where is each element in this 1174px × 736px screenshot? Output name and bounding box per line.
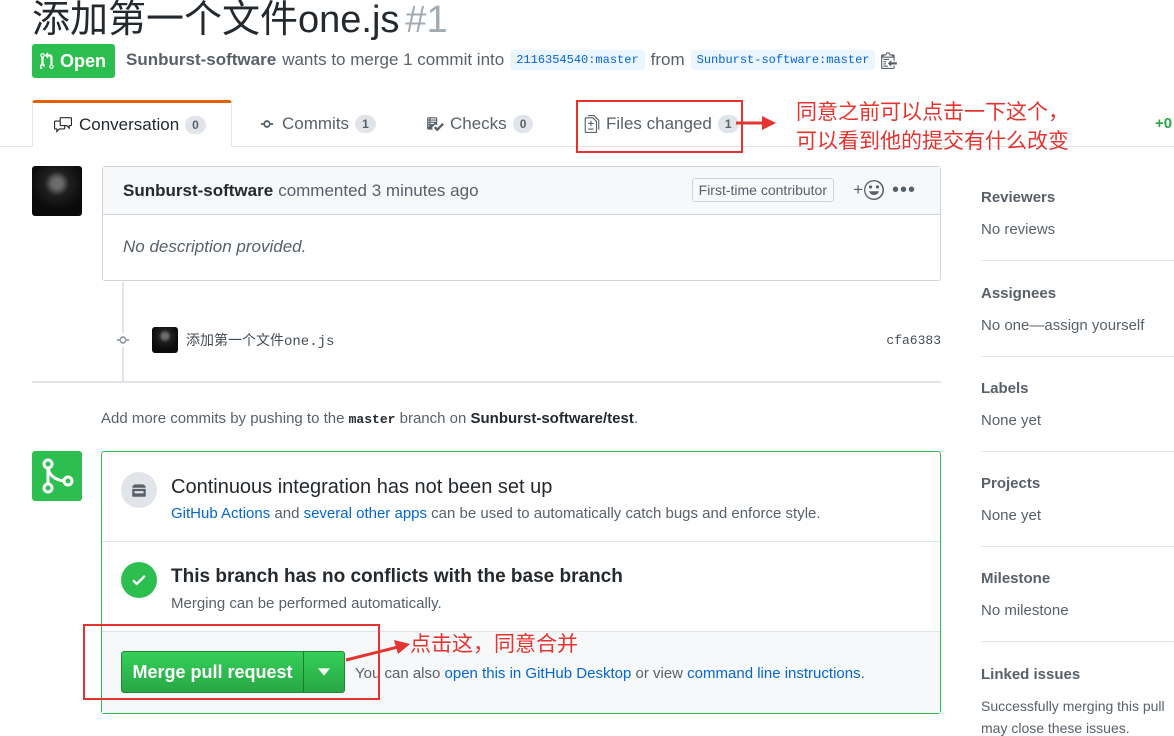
ci-description: GitHub Actions and several other apps ca… (171, 505, 821, 522)
sidebar-milestone-value: No milestone (981, 602, 1069, 619)
sidebar-divider (981, 260, 1174, 261)
pr-title-text: 添加第一个文件one.js (32, 0, 400, 41)
hint-suffix: . (633, 410, 639, 427)
check-circle-icon (121, 562, 157, 598)
annotation-files-line2: 可以看到他的提交有什么改变 (796, 130, 1069, 153)
commit-message[interactable]: 添加第一个文件one.js (186, 330, 334, 350)
timeline-end-divider (32, 381, 941, 383)
more-options-icon[interactable]: ••• (892, 179, 916, 202)
author-link[interactable]: Sunburst-software (126, 50, 276, 70)
head-branch[interactable]: Sunburst-software:master (690, 50, 876, 70)
page-title: 添加第一个文件one.js #1 (32, 0, 448, 43)
annotation-merge: 点击这，同意合并 (410, 633, 578, 656)
commit-icon (260, 119, 274, 128)
ci-rest-text: can be used to automatically catch bugs … (431, 505, 821, 522)
cli-instructions-link[interactable]: command line instructions (687, 665, 860, 682)
tab-label: Commits (282, 113, 350, 133)
pull-request-icon (40, 52, 54, 70)
pr-meta: Sunburst-software wants to merge 1 commi… (126, 50, 898, 70)
sidebar-assignees-heading[interactable]: Assignees (981, 285, 1056, 302)
smiley-icon (864, 180, 884, 200)
annotation-box-files (576, 100, 743, 153)
commit-row: 添加第一个文件one.js cfa6383 (112, 325, 941, 355)
contributor-badge: First-time contributor (691, 178, 834, 202)
pr-number: #1 (405, 0, 448, 41)
commit-icon (112, 333, 134, 347)
push-hint: Add more commits by pushing to the maste… (101, 410, 638, 427)
sidebar-assignees-value[interactable]: No one—assign yourself (981, 317, 1144, 334)
state-label: Open (60, 50, 107, 71)
annotation-arrow-icon (345, 640, 410, 662)
comment-body: No description provided. (123, 237, 307, 256)
merge-end-text: . (860, 665, 865, 682)
ci-status-icon (121, 472, 157, 508)
comment-card: Sunburst-software commented 3 minutes ag… (102, 166, 941, 281)
sidebar-divider (981, 451, 1174, 452)
sidebar-divider (981, 356, 1174, 357)
tab-label: Checks (450, 113, 507, 133)
hint-branch: master (348, 412, 396, 427)
other-apps-link[interactable]: several other apps (304, 505, 427, 522)
tab-checks[interactable]: Checks 0 (406, 100, 553, 147)
tab-counter: 1 (355, 114, 376, 133)
sidebar-reviewers-heading[interactable]: Reviewers (981, 189, 1055, 206)
sidebar-divider (981, 641, 1174, 642)
github-actions-link[interactable]: GitHub Actions (171, 505, 270, 522)
clipboard-icon[interactable] (881, 51, 898, 69)
diffstat-additions: +0 (1155, 115, 1173, 132)
sidebar-projects-value: None yet (981, 507, 1042, 524)
sidebar-linked-issues-value: Successfully merging this pull (981, 698, 1165, 714)
desktop-link[interactable]: open this in GitHub Desktop (445, 665, 632, 682)
base-branch[interactable]: 2116354540:master (510, 50, 645, 70)
sidebar-linked-issues-heading[interactable]: Linked issues (981, 666, 1080, 683)
from-text: from (650, 50, 685, 69)
comment-time[interactable]: commented 3 minutes ago (278, 181, 478, 201)
merge-divider (102, 541, 940, 542)
merge-text: wants to merge 1 commit into (282, 50, 505, 69)
sidebar-labels-value: None yet (981, 412, 1042, 429)
sidebar-labels-heading[interactable]: Labels (981, 380, 1029, 397)
conflicts-subtitle: Merging can be performed automatically. (171, 595, 442, 612)
comment-header: Sunburst-software commented 3 minutes ag… (103, 167, 940, 215)
merge-alternatives: You can also open this in GitHub Desktop… (355, 665, 865, 682)
ci-and-text: and (274, 505, 300, 522)
annotation-arrow-icon (736, 116, 776, 130)
sidebar-projects-heading[interactable]: Projects (981, 475, 1040, 492)
checklist-icon (427, 116, 444, 131)
robot-icon (132, 484, 146, 497)
tab-conversation[interactable]: Conversation 0 (32, 100, 232, 147)
tab-counter: 0 (512, 114, 534, 133)
add-reaction-button[interactable]: + (853, 180, 884, 200)
git-merge-icon (32, 451, 82, 501)
commit-sha[interactable]: cfa6383 (886, 333, 941, 348)
sidebar-reviewers-value: No reviews (981, 221, 1056, 238)
annotation-box-merge (83, 624, 380, 700)
state-badge: Open (32, 44, 115, 78)
conflicts-title: This branch has no conflicts with the ba… (171, 566, 623, 587)
sidebar-divider (981, 546, 1174, 547)
tab-commits[interactable]: Commits 1 (238, 100, 396, 147)
tab-label: Conversation (79, 114, 180, 134)
hint-prefix: Add more commits by pushing to the (101, 410, 345, 427)
sidebar-milestone-heading[interactable]: Milestone (981, 570, 1050, 587)
avatar[interactable] (32, 166, 82, 216)
sidebar-linked-issues-value-2: may close these issues. (981, 720, 1130, 736)
comment-icon (54, 116, 72, 133)
tab-counter: 0 (185, 115, 206, 134)
hint-middle: branch on (399, 410, 467, 427)
ci-title: Continuous integration has not been set … (171, 476, 553, 498)
hint-repo[interactable]: Sunburst-software/test (471, 410, 634, 427)
merge-or-text: or view (635, 665, 683, 682)
comment-author[interactable]: Sunburst-software (123, 181, 273, 201)
commit-avatar[interactable] (152, 327, 178, 353)
annotation-files-line1: 同意之前可以点击一下这个， (796, 101, 1069, 124)
